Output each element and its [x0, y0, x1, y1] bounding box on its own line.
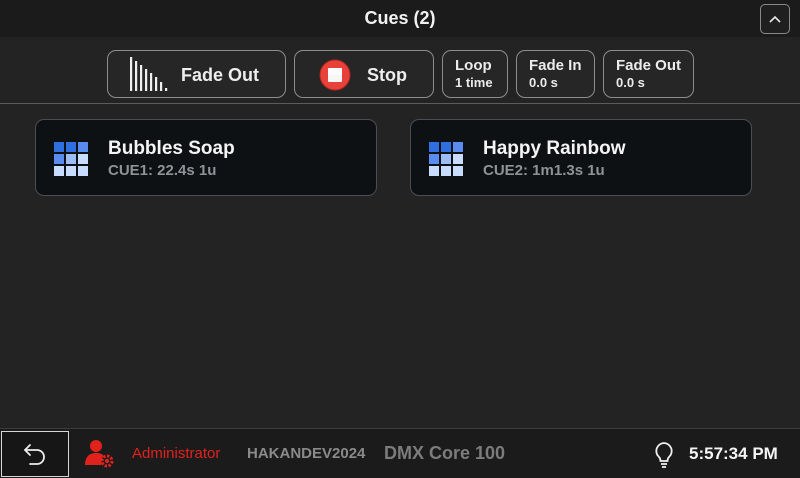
chevron-up-icon: [769, 15, 781, 23]
loop-label: Loop: [455, 57, 492, 74]
fade-bars-icon: [130, 57, 168, 91]
undo-arrow-icon: [24, 444, 45, 465]
grid-icon: [429, 142, 463, 176]
page-title: Cues (2): [364, 8, 436, 28]
fade-in-label: Fade In: [529, 57, 582, 74]
fade-out-time-value: 0.0 s: [616, 75, 645, 90]
loop-button[interactable]: Loop 1 time: [442, 50, 508, 98]
device-model: DMX Core 100: [384, 443, 506, 463]
fade-out-label: Fade Out: [181, 65, 260, 85]
collapse-button[interactable]: [760, 4, 790, 34]
fade-in-value: 0.0 s: [529, 75, 558, 90]
stop-button[interactable]: Stop: [294, 50, 434, 98]
device-id: HAKANDEV2024: [247, 445, 366, 462]
stop-label: Stop: [367, 65, 407, 85]
stop-icon: [319, 59, 351, 91]
header-bar: Cues (2): [0, 0, 800, 37]
fade-in-time-button[interactable]: Fade In 0.0 s: [516, 50, 595, 98]
fade-out-time-button[interactable]: Fade Out 0.0 s: [603, 50, 694, 98]
cue-info: CUE1: 22.4s 1u: [108, 162, 217, 179]
fade-out-time-label: Fade Out: [616, 57, 682, 74]
cue-name: Bubbles Soap: [108, 138, 235, 159]
cue-card[interactable]: Bubbles Soap CUE1: 22.4s 1u: [35, 119, 377, 196]
cue-card[interactable]: Happy Rainbow CUE2: 1m1.3s 1u: [410, 119, 752, 196]
fade-out-button[interactable]: Fade Out: [107, 50, 286, 98]
toolbar: Fade Out Stop Loop 1 time Fade In 0.0 s …: [0, 37, 800, 104]
cue-name: Happy Rainbow: [483, 138, 626, 159]
grid-icon: [54, 142, 88, 176]
user-gear-icon[interactable]: [84, 438, 116, 470]
back-button[interactable]: [1, 431, 69, 477]
clock: 5:57:34 PM: [689, 444, 778, 463]
lightbulb-icon[interactable]: [653, 441, 675, 469]
footer-bar: Administrator HAKANDEV2024 DMX Core 100 …: [0, 428, 800, 478]
loop-value: 1 time: [455, 75, 493, 90]
cue-info: CUE2: 1m1.3s 1u: [483, 162, 605, 179]
user-role[interactable]: Administrator: [132, 445, 220, 462]
